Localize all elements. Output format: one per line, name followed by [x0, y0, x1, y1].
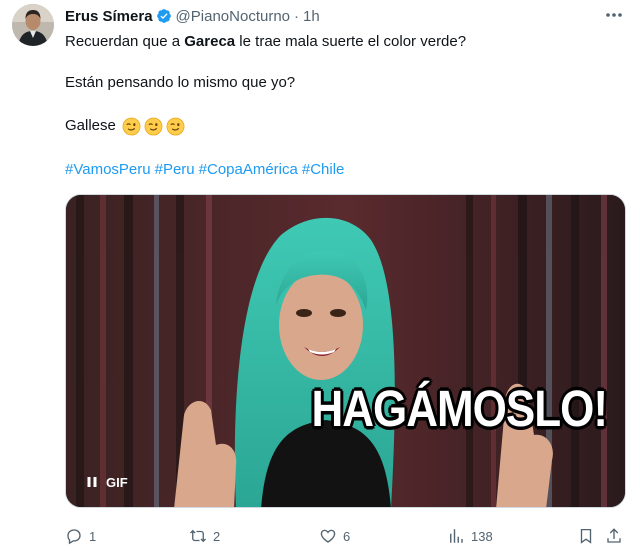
text-segment: Recuerdan que a [65, 33, 185, 50]
share-icon [607, 528, 621, 543]
bold-name: Gareca [184, 33, 236, 50]
winking-face-emoji [166, 117, 185, 135]
hashtag-copaamerica[interactable]: #CopaAmérica [199, 161, 298, 178]
retweet-button[interactable]: 2 [189, 524, 220, 548]
winking-face-emoji [144, 117, 163, 135]
text-segment: Gallese [65, 117, 116, 134]
like-count: 6 [343, 528, 351, 544]
author-name[interactable]: Erus Símera [65, 8, 153, 25]
retweet-icon [190, 529, 206, 543]
like-icon [320, 529, 336, 543]
views-button[interactable]: 138 [447, 524, 493, 548]
more-options-icon[interactable] [604, 7, 624, 23]
timestamp[interactable]: 1h [303, 8, 320, 25]
reply-button[interactable]: 1 [65, 524, 96, 548]
bookmark-button[interactable] [577, 524, 595, 548]
tweet-card[interactable]: Erus Símera @PianoNocturno · 1h Recuerda… [0, 0, 640, 553]
avatar-photo [12, 4, 54, 46]
like-button[interactable]: 6 [319, 524, 350, 548]
gif-badge: GIF [106, 474, 128, 490]
winking-face-emoji [122, 117, 141, 135]
hashtag-vamosperu[interactable]: #VamosPeru [65, 161, 151, 178]
gif-control[interactable]: GIF [80, 471, 134, 493]
hashtag-chile[interactable]: #Chile [302, 161, 345, 178]
views-icon [450, 529, 463, 543]
avatar[interactable] [12, 4, 54, 46]
separator-dot: · [294, 7, 300, 25]
tweet-header: Erus Símera @PianoNocturno · 1h [65, 6, 320, 26]
bookmark-icon [580, 528, 592, 544]
verified-badge-icon [156, 9, 171, 23]
gif-caption: HAGÁMOSLO! [311, 381, 608, 438]
author-handle[interactable]: @PianoNocturno [176, 8, 290, 25]
share-button[interactable] [605, 524, 623, 548]
hashtag-peru[interactable]: #Peru [155, 161, 195, 178]
retweet-count: 2 [213, 528, 221, 544]
gif-media[interactable]: HAGÁMOSLO! GIF [65, 194, 626, 508]
views-count: 138 [471, 528, 493, 544]
reply-icon [67, 529, 81, 545]
tweet-text-line-1: Recuerdan que a Gareca le trae mala suer… [65, 32, 466, 52]
reply-count: 1 [89, 528, 97, 544]
hashtags: #VamosPeru #Peru #CopaAmérica #Chile [65, 160, 348, 180]
tweet-text-line-3: Gallese [65, 116, 185, 136]
text-segment: le trae mala suerte el color verde? [235, 33, 467, 50]
pause-icon[interactable] [86, 476, 98, 488]
tweet-text-line-2: Están pensando lo mismo que yo? [65, 74, 296, 91]
action-bar: 1 2 6 138 [65, 524, 626, 548]
gif-frame-image [66, 195, 625, 507]
